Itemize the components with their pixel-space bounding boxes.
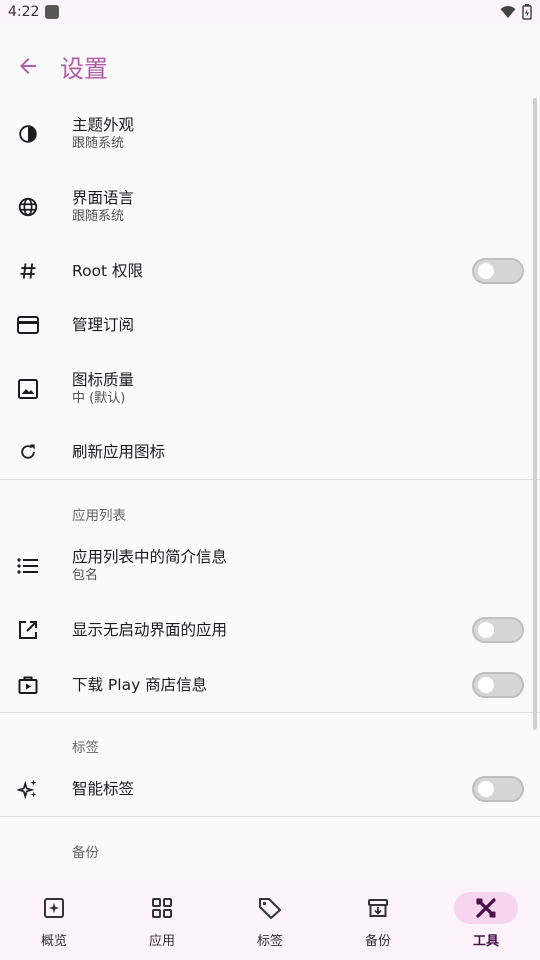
page-title: 设置: [60, 54, 108, 83]
app-bar: 设置: [0, 24, 540, 108]
toggle-knob: [478, 263, 494, 279]
tag-icon: [259, 898, 281, 919]
notification-icon: [45, 5, 60, 19]
no-launcher-toggle[interactable]: [472, 617, 524, 643]
nav-icon-wrap: [130, 892, 194, 924]
divider: [0, 712, 540, 713]
section-header-tags: 标签: [72, 740, 99, 756]
setting-subscription[interactable]: 管理订阅: [0, 298, 540, 352]
tools-icon: [476, 898, 496, 918]
setting-root[interactable]: Root 权限: [0, 244, 540, 298]
setting-title: 下载 Play 商店信息: [72, 676, 208, 694]
nav-icon-wrap: [454, 892, 518, 924]
settings-list: 主题外观 跟随系统 界面语言 跟随系统 Root 权限 管理订阅 图标质量 中 …: [0, 98, 540, 880]
setting-icon-quality[interactable]: 图标质量 中 (默认): [0, 352, 540, 426]
nav-label: 标签: [256, 934, 283, 949]
refresh-icon: [16, 440, 40, 464]
setting-show-no-launcher[interactable]: 显示无启动界面的应用: [0, 602, 540, 658]
setting-subtitle: 跟随系统: [72, 136, 125, 151]
setting-list-summary[interactable]: 应用列表中的简介信息 包名: [0, 530, 540, 602]
nav-label: 应用: [148, 934, 175, 949]
nav-label: 工具: [472, 934, 499, 949]
nav-tools[interactable]: 工具: [432, 880, 540, 960]
setting-subtitle: 跟随系统: [72, 209, 125, 224]
battery-icon: [522, 4, 532, 20]
list-icon: [16, 554, 40, 578]
contrast-icon: [16, 122, 40, 146]
setting-title: Root 权限: [72, 262, 144, 280]
setting-play-store-info[interactable]: 下载 Play 商店信息: [0, 658, 540, 712]
overview-icon: [44, 898, 64, 918]
setting-title: 显示无启动界面的应用: [72, 621, 228, 639]
credit-card-icon: [16, 313, 40, 337]
sparkle-icon: [16, 777, 40, 801]
section-header-backup: 备份: [72, 845, 99, 861]
arrow-back-icon: [20, 58, 36, 74]
setting-title: 管理订阅: [72, 316, 135, 334]
divider: [0, 479, 540, 480]
section-header-app-list: 应用列表: [72, 508, 126, 524]
toggle-knob: [478, 677, 494, 693]
hashtag-icon: [16, 259, 40, 283]
apps-grid-icon: [152, 898, 172, 918]
globe-icon: [16, 195, 40, 219]
nav-apps[interactable]: 应用: [108, 880, 216, 960]
image-icon: [16, 377, 40, 401]
bottom-navigation: 概览 应用 标签 备份 工具: [0, 880, 540, 960]
play-store-toggle[interactable]: [472, 672, 524, 698]
setting-title: 图标质量: [72, 371, 135, 389]
nav-label: 概览: [40, 934, 67, 949]
status-bar: 4:22: [0, 0, 540, 24]
toggle-knob: [478, 781, 494, 797]
setting-title: 智能标签: [72, 780, 135, 798]
back-button[interactable]: [0, 38, 56, 94]
divider: [0, 816, 540, 817]
scrollbar[interactable]: [533, 98, 537, 730]
nav-icon-wrap: [22, 892, 86, 924]
wifi-icon: [500, 6, 516, 18]
setting-subtitle: 包名: [72, 568, 99, 583]
archive-icon: [368, 899, 388, 917]
nav-overview[interactable]: 概览: [0, 880, 108, 960]
setting-smart-tags[interactable]: 智能标签: [0, 762, 540, 816]
nav-backup[interactable]: 备份: [324, 880, 432, 960]
nav-icon-wrap: [346, 892, 410, 924]
open-external-icon: [16, 618, 40, 642]
root-toggle[interactable]: [472, 258, 524, 284]
status-time: 4:22: [8, 4, 40, 20]
setting-title: 主题外观: [72, 116, 135, 134]
setting-title: 刷新应用图标: [72, 443, 166, 461]
nav-icon-wrap: [238, 892, 302, 924]
setting-language[interactable]: 界面语言 跟随系统: [0, 170, 540, 244]
setting-theme[interactable]: 主题外观 跟随系统: [0, 98, 540, 170]
setting-title: 界面语言: [72, 189, 135, 207]
setting-subtitle: 中 (默认): [72, 391, 126, 406]
play-store-bag-icon: [16, 673, 40, 697]
toggle-knob: [478, 622, 494, 638]
nav-tags[interactable]: 标签: [216, 880, 324, 960]
nav-label: 备份: [364, 934, 391, 949]
setting-title: 应用列表中的简介信息: [72, 548, 228, 566]
setting-refresh-icons[interactable]: 刷新应用图标: [0, 426, 540, 478]
smart-tags-toggle[interactable]: [472, 776, 524, 802]
